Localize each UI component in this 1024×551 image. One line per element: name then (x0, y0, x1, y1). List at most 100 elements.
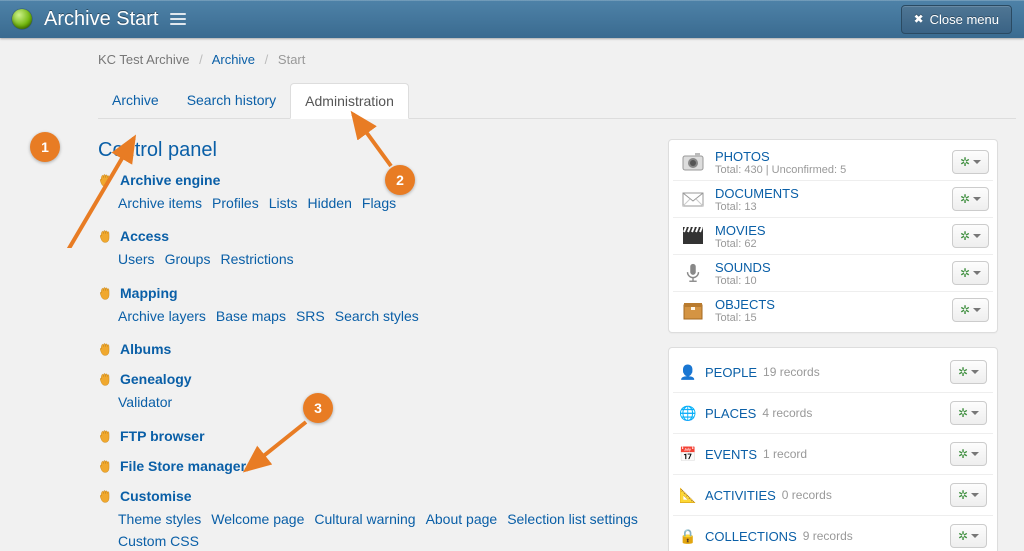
category-icon: 👤 (679, 364, 697, 381)
page-body: KC Test Archive / Archive / Start Archiv… (0, 38, 1016, 551)
link-about-page[interactable]: About page (426, 508, 498, 530)
category-count: 1 record (763, 447, 807, 461)
link-custom-css[interactable]: Custom CSS (118, 530, 199, 551)
media-movies[interactable]: MOVIES (715, 223, 766, 238)
tabs: ArchiveSearch historyAdministration (98, 83, 1016, 119)
category-events[interactable]: EVENTS (705, 447, 757, 462)
section-customise[interactable]: Customise (120, 488, 192, 504)
category-icon: 📅 (679, 446, 697, 463)
media-objects[interactable]: OBJECTS (715, 297, 775, 312)
breadcrumb-current: Start (278, 52, 305, 67)
link-selection-list-settings[interactable]: Selection list settings (507, 508, 638, 530)
category-collections[interactable]: COLLECTIONS (705, 529, 797, 544)
gear-button[interactable]: ✲ (950, 483, 987, 507)
close-icon: ✖ (914, 13, 924, 25)
section-mapping[interactable]: Mapping (120, 285, 178, 301)
link-users[interactable]: Users (118, 248, 155, 270)
category-people[interactable]: PEOPLE (705, 365, 757, 380)
link-validator[interactable]: Validator (118, 391, 172, 413)
gear-icon: ✲ (958, 488, 968, 502)
hand-icon (98, 488, 114, 504)
section-file-store-manager[interactable]: File Store manager (120, 458, 246, 474)
breadcrumb-root: KC Test Archive (98, 52, 190, 67)
gear-button[interactable]: ✲ (952, 261, 989, 285)
gear-icon: ✲ (960, 266, 970, 280)
chevron-down-icon (971, 493, 979, 497)
category-count: 0 records (782, 488, 832, 502)
gear-icon: ✲ (958, 447, 968, 461)
media-documents[interactable]: DOCUMENTS (715, 186, 799, 201)
category-row: 🌐 PLACES 4 records ✲ (673, 392, 993, 433)
chevron-down-icon (971, 370, 979, 374)
category-places[interactable]: PLACES (705, 406, 756, 421)
section-genealogy[interactable]: Genealogy (120, 371, 192, 387)
media-sub: Total: 10 (715, 275, 952, 287)
category-row: 📐ACTIVITIES0 records✲ (673, 474, 993, 515)
link-hidden[interactable]: Hidden (308, 192, 352, 214)
hand-icon (98, 228, 114, 244)
hand-icon (98, 341, 114, 357)
link-welcome-page[interactable]: Welcome page (211, 508, 304, 530)
link-archive-layers[interactable]: Archive layers (118, 305, 206, 327)
tab-archive[interactable]: Archive (98, 83, 173, 118)
link-base-maps[interactable]: Base maps (216, 305, 286, 327)
link-srs[interactable]: SRS (296, 305, 325, 327)
hand-icon (98, 428, 114, 444)
box-icon (679, 296, 707, 324)
gear-button[interactable]: ✲ (952, 150, 989, 174)
link-lists[interactable]: Lists (269, 192, 298, 214)
media-row: SOUNDSTotal: 10 ✲ (673, 254, 993, 291)
control-panel-heading: Control panel (98, 139, 648, 162)
gear-icon: ✲ (960, 155, 970, 169)
breadcrumb: KC Test Archive / Archive / Start (0, 38, 1016, 73)
media-sub: Total: 430 | Unconfirmed: 5 (715, 164, 952, 176)
chevron-down-icon (973, 234, 981, 238)
gear-button[interactable]: ✲ (950, 360, 987, 384)
gear-button[interactable]: ✲ (950, 442, 987, 466)
link-profiles[interactable]: Profiles (212, 192, 259, 214)
link-restrictions[interactable]: Restrictions (220, 248, 293, 270)
category-icon: 🌐 (679, 405, 697, 422)
link-flags[interactable]: Flags (362, 192, 396, 214)
gear-icon: ✲ (958, 406, 968, 420)
menu-icon[interactable] (166, 9, 190, 29)
link-archive-items[interactable]: Archive items (118, 192, 202, 214)
category-row: 🔒COLLECTIONS9 records✲ (673, 515, 993, 551)
hand-icon (98, 172, 114, 188)
category-count: 19 records (763, 365, 820, 379)
tab-administration[interactable]: Administration (290, 83, 409, 119)
hand-icon (98, 458, 114, 474)
section-access[interactable]: Access (120, 228, 169, 244)
hand-icon (98, 285, 114, 301)
media-sub: Total: 15 (715, 312, 952, 324)
media-panel: PHOTOSTotal: 430 | Unconfirmed: 5✲DOCUME… (668, 139, 998, 333)
section-albums[interactable]: Albums (120, 341, 171, 357)
link-cultural-warning[interactable]: Cultural warning (314, 508, 415, 530)
link-search-styles[interactable]: Search styles (335, 305, 419, 327)
close-menu-button[interactable]: ✖ Close menu (901, 5, 1012, 34)
media-sounds[interactable]: SOUNDS (715, 260, 771, 275)
link-theme-styles[interactable]: Theme styles (118, 508, 201, 530)
chevron-down-icon (971, 452, 979, 456)
category-row: 📅 EVENTS 1 record ✲ (673, 433, 993, 474)
media-row: DOCUMENTSTotal: 13✲ (673, 180, 993, 217)
gear-button[interactable]: ✲ (952, 187, 989, 211)
gear-button[interactable]: ✲ (950, 401, 987, 425)
link-groups[interactable]: Groups (165, 248, 211, 270)
top-bar: Archive Start ✖ Close menu (0, 0, 1024, 38)
section-ftp-browser[interactable]: FTP browser (120, 428, 205, 444)
section-archive-engine[interactable]: Archive engine (120, 172, 220, 188)
tab-search-history[interactable]: Search history (173, 83, 290, 118)
category-activities[interactable]: ACTIVITIES (705, 488, 776, 503)
breadcrumb-archive[interactable]: Archive (212, 52, 255, 67)
gear-button[interactable]: ✲ (952, 298, 989, 322)
mic-icon (679, 259, 707, 287)
media-photos[interactable]: PHOTOS (715, 149, 770, 164)
media-sub: Total: 62 (715, 238, 952, 250)
gear-icon: ✲ (960, 192, 970, 206)
category-count: 4 records (762, 406, 812, 420)
media-row: MOVIESTotal: 62✲ (673, 217, 993, 254)
media-row: OBJECTSTotal: 15✲ (673, 291, 993, 328)
gear-button[interactable]: ✲ (952, 224, 989, 248)
gear-button[interactable]: ✲ (950, 524, 987, 548)
